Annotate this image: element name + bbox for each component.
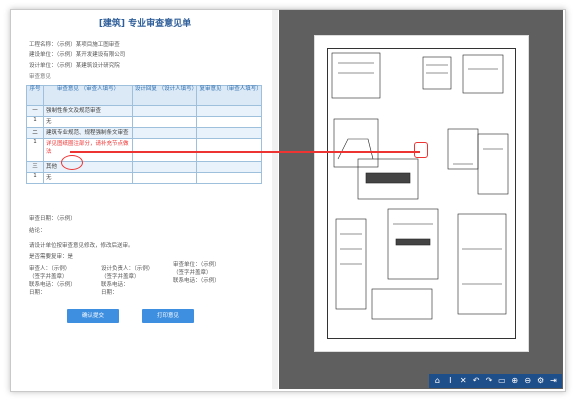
reply-cell[interactable] xyxy=(131,105,198,117)
row-number: 1 xyxy=(26,138,44,162)
table-row: 二建筑专业规范、规程强制条文审查 xyxy=(26,127,262,139)
row-text: 无 xyxy=(43,172,133,184)
zoom-in-icon[interactable]: ⊕ xyxy=(510,374,520,388)
pdf-annotation-marker[interactable] xyxy=(414,142,428,158)
conclusion-text: 请设计单位按审查意见修改，修改后送审。 xyxy=(29,243,134,249)
submit-button[interactable]: 确认提交 xyxy=(67,309,119,323)
reply-cell[interactable] xyxy=(131,138,198,162)
row-number: 二 xyxy=(26,127,44,139)
section-label: 审查意见 xyxy=(29,74,52,80)
zoom-out-icon[interactable]: ⊖ xyxy=(523,374,533,388)
pdf-page[interactable] xyxy=(314,35,529,352)
row-number: 三 xyxy=(26,161,44,173)
recheck-cell[interactable] xyxy=(196,105,262,117)
undo-icon[interactable]: ↶ xyxy=(471,374,481,388)
page-title: [建筑] 专业审查意见单 xyxy=(98,19,192,29)
reply-cell[interactable] xyxy=(131,127,198,139)
row-number: 1 xyxy=(26,172,44,184)
row-text: 无 xyxy=(43,116,133,128)
reply-cell[interactable] xyxy=(131,161,198,173)
recheck-cell[interactable] xyxy=(196,116,262,128)
row-number: 一 xyxy=(26,105,44,117)
pdf-toolbar: ⌂ I ✕ ↶ ↷ ▭ ⊕ ⊖ ⚙ ⇥ xyxy=(429,374,562,388)
review-table: 序号 审查意见 （审查人填写） 设计回复 （设计人填写） 复审意见 （审查人填写… xyxy=(26,85,262,184)
print-button[interactable]: 打印意见 xyxy=(142,309,194,323)
col-no: 序号 xyxy=(26,85,44,106)
recheck-cell[interactable] xyxy=(196,127,262,139)
link-line xyxy=(70,151,420,153)
col-opinion: 审查意见 （审查人填写） xyxy=(43,85,133,106)
table-row: 1无 xyxy=(26,116,262,128)
recheck-text: 是否需要复审：是 xyxy=(29,254,74,260)
close-icon[interactable]: ✕ xyxy=(458,374,468,388)
table-row: 1无 xyxy=(26,172,262,184)
table-row: 一强制性条文及规范审查 xyxy=(26,105,262,117)
recheck-cell[interactable] xyxy=(196,138,262,162)
recheck-cell[interactable] xyxy=(196,172,262,184)
meta-line: 工程名称：（示例）某项目施工图审查 xyxy=(29,42,120,48)
text-cursor-icon[interactable]: I xyxy=(445,374,455,388)
meta-line: 建设单位：（示例）某开发建设有限公司 xyxy=(29,52,126,58)
review-form-panel: [建筑] 专业审查意见单 工程名称：（示例）某项目施工图审查 建设单位：（示例）… xyxy=(11,10,279,389)
row-text: 建筑专业规范、规程强制条文审查 xyxy=(43,127,133,139)
meta-line: 设计单位：（示例）某建筑设计研究院 xyxy=(29,63,120,69)
home-icon[interactable]: ⌂ xyxy=(432,374,442,388)
row-text: 详见图纸圈注部分，请补充节点做法 xyxy=(43,138,133,162)
fit-icon[interactable]: ▭ xyxy=(497,374,507,388)
row-text: 强制性条文及规范审查 xyxy=(43,105,133,117)
recheck-cell[interactable] xyxy=(196,161,262,173)
signature-designer: 设计负责人：（示例） （签字并盖章） 联系电话： 日期： xyxy=(101,266,154,296)
redo-icon[interactable]: ↷ xyxy=(484,374,494,388)
settings-icon[interactable]: ⚙ xyxy=(536,374,546,388)
reply-cell[interactable] xyxy=(131,172,198,184)
drawing-frame xyxy=(327,48,516,339)
row-text: 其他 xyxy=(43,161,133,173)
row-number: 1 xyxy=(26,116,44,128)
exit-icon[interactable]: ⇥ xyxy=(548,374,558,388)
table-body: 一强制性条文及规范审查 1 无二建筑专业规范、规程强制条文审查 1 详见图纸圈注部分，请… xyxy=(26,105,262,184)
col-recheck: 复审意见 （审查人填写） xyxy=(196,85,262,106)
highlight-circle xyxy=(61,155,83,170)
conclusion-label: 结论： xyxy=(29,228,46,234)
review-date: 审查日期：（示例） xyxy=(29,216,76,222)
signature-agency: 审查单位：（示例） （签字并盖章） 联系电话：（示例） xyxy=(173,262,220,284)
reply-cell[interactable] xyxy=(131,116,198,128)
col-reply: 设计回复 （设计人填写） xyxy=(131,85,198,106)
signature-reviewer: 审查人：（示例） （签字并盖章） 联系电话：（示例） 日期： xyxy=(29,266,76,296)
left-scrollbar[interactable] xyxy=(272,10,278,389)
drawing-svg xyxy=(331,52,509,320)
